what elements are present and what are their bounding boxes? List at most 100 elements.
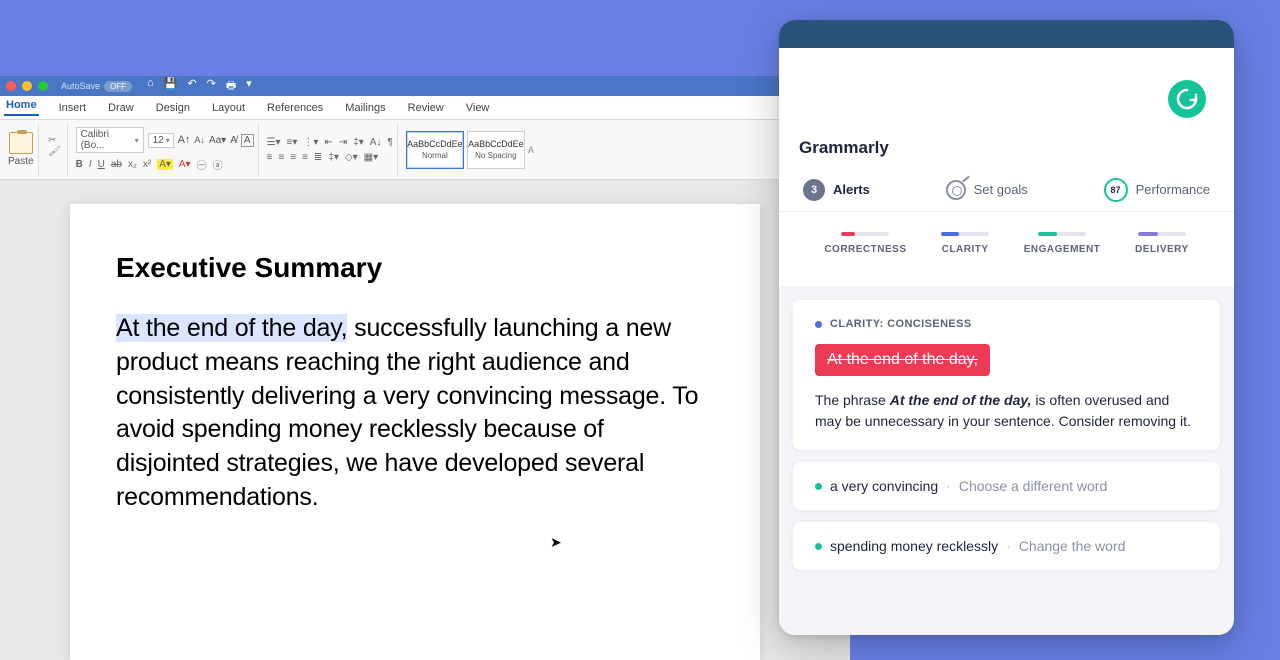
cat-clarity[interactable]: CLARITY bbox=[941, 232, 989, 255]
borders-button[interactable]: ▦▾ bbox=[364, 152, 378, 163]
more-icon[interactable]: ▾ bbox=[246, 77, 252, 96]
nav-performance[interactable]: 87 Performance bbox=[1104, 178, 1210, 202]
tab-references[interactable]: References bbox=[265, 102, 325, 114]
home-icon[interactable]: ⌂ bbox=[147, 77, 154, 96]
align-right-button[interactable]: ≡ bbox=[290, 152, 296, 163]
minimize-icon[interactable] bbox=[22, 81, 32, 91]
maximize-icon[interactable] bbox=[38, 81, 48, 91]
remove-phrase-button[interactable]: At the end of the day, bbox=[815, 344, 990, 376]
nav-alerts[interactable]: 3 Alerts bbox=[803, 179, 870, 201]
tab-layout[interactable]: Layout bbox=[210, 102, 247, 114]
mini-phrase: spending money recklessly bbox=[830, 538, 998, 554]
bullets-button[interactable]: ☰▾ bbox=[267, 137, 281, 148]
print-icon[interactable]: 🖶 bbox=[226, 77, 236, 96]
justify-button[interactable]: ≡ bbox=[302, 152, 308, 163]
numbering-button[interactable]: ≡▾ bbox=[287, 137, 298, 148]
styles-gallery: AaBbCcDdEe Normal AaBbCcDdEe No Spacing … bbox=[406, 131, 534, 169]
font-family-select[interactable]: Calibri (Bo...▾ bbox=[76, 127, 144, 153]
line-spacing-button[interactable]: ‡▾ bbox=[328, 152, 339, 163]
increase-indent-button[interactable]: ⇥ bbox=[339, 137, 347, 148]
tab-design[interactable]: Design bbox=[154, 102, 192, 114]
increase-font-icon[interactable]: A↑ bbox=[178, 134, 191, 146]
superscript-button[interactable]: x² bbox=[143, 159, 151, 170]
suggestion-card-collapsed[interactable]: spending money recklessly · Change the w… bbox=[793, 522, 1220, 570]
correctness-bar bbox=[841, 232, 854, 236]
tab-view[interactable]: View bbox=[464, 102, 492, 114]
style-no-spacing[interactable]: AaBbCcDdEe No Spacing bbox=[467, 131, 525, 169]
close-icon[interactable] bbox=[6, 81, 16, 91]
engagement-dot-icon bbox=[815, 483, 822, 490]
panel-header-bar bbox=[779, 20, 1234, 48]
font-color-button[interactable]: A▾ bbox=[179, 159, 191, 170]
enclose-char-button[interactable]: ⓐ bbox=[213, 157, 223, 172]
change-case-icon[interactable]: Aa▾ bbox=[209, 135, 226, 146]
strike-button[interactable]: ab bbox=[111, 159, 122, 170]
redo-icon[interactable]: ↷ bbox=[207, 77, 216, 96]
suggestion-card-expanded[interactable]: CLARITY: CONCISENESS At the end of the d… bbox=[793, 300, 1220, 450]
multilevel-button[interactable]: ⋮▾ bbox=[303, 137, 318, 148]
subscript-button[interactable]: x₂ bbox=[128, 159, 137, 170]
ribbon-tabs: Home Insert Draw Design Layout Reference… bbox=[0, 96, 850, 120]
grammarly-logo-icon[interactable] bbox=[1168, 80, 1206, 118]
mini-hint: Change the word bbox=[1019, 538, 1126, 554]
card-explanation: The phrase At the end of the day, is oft… bbox=[815, 390, 1198, 432]
mini-hint: Choose a different word bbox=[959, 478, 1107, 494]
suggestion-card-collapsed[interactable]: a very convincing · Choose a different w… bbox=[793, 462, 1220, 510]
styles-more-icon[interactable]: A bbox=[528, 145, 534, 155]
font-size-select[interactable]: 12▾ bbox=[148, 133, 174, 148]
style-normal[interactable]: AaBbCcDdEe Normal bbox=[406, 131, 464, 169]
tab-insert[interactable]: Insert bbox=[57, 102, 89, 114]
decrease-font-icon[interactable]: A↓ bbox=[194, 135, 205, 145]
asian-layout-button[interactable]: ‡▾ bbox=[353, 137, 364, 148]
highlight-button[interactable]: A▾ bbox=[157, 159, 173, 170]
titlebar: AutoSave OFF ⌂ 💾 ↶ ↷ 🖶 ▾ bbox=[0, 76, 850, 96]
doc-heading: Executive Summary bbox=[116, 252, 714, 284]
save-icon[interactable]: 💾 bbox=[164, 77, 178, 96]
doc-paragraph: At the end of the day, successfully laun… bbox=[116, 312, 714, 515]
cat-correctness[interactable]: CORRECTNESS bbox=[824, 232, 906, 255]
tab-review[interactable]: Review bbox=[406, 102, 446, 114]
tab-home[interactable]: Home bbox=[4, 99, 39, 116]
clarity-bar bbox=[941, 232, 959, 236]
card-tag: CLARITY: CONCISENESS bbox=[815, 318, 1198, 330]
mouse-cursor-icon: ➤ bbox=[550, 534, 562, 551]
format-painter-button[interactable]: ✂🖌 bbox=[47, 135, 63, 165]
ribbon: Paste ✂🖌 Calibri (Bo...▾ 12▾ A↑ A↓ Aa▾ A… bbox=[0, 120, 850, 180]
engagement-bar bbox=[1038, 232, 1057, 236]
nav-goals[interactable]: Set goals bbox=[946, 180, 1028, 200]
tab-draw[interactable]: Draw bbox=[106, 102, 136, 114]
shading-button[interactable]: ◇▾ bbox=[345, 152, 358, 163]
suggestions-list: CLARITY: CONCISENESS At the end of the d… bbox=[779, 286, 1234, 635]
performance-score: 87 bbox=[1104, 178, 1128, 202]
target-icon bbox=[946, 180, 966, 200]
phonetic-icon[interactable]: A bbox=[241, 134, 254, 147]
alerts-count-badge: 3 bbox=[803, 179, 825, 201]
panel-nav: 3 Alerts Set goals 87 Performance bbox=[779, 168, 1234, 212]
performance-label: Performance bbox=[1136, 182, 1210, 197]
italic-button[interactable]: I bbox=[89, 159, 92, 170]
undo-icon[interactable]: ↶ bbox=[187, 77, 196, 96]
char-shading-button[interactable]: ㊀ bbox=[197, 157, 207, 172]
show-marks-button[interactable]: ¶ bbox=[387, 137, 392, 148]
goals-label: Set goals bbox=[974, 182, 1028, 197]
clear-formatting-icon[interactable]: A̸ bbox=[230, 135, 237, 146]
paragraph-body: successfully launching a new product mea… bbox=[116, 314, 698, 511]
tab-mailings[interactable]: Mailings bbox=[343, 102, 387, 114]
category-bars: CORRECTNESS CLARITY ENGAGEMENT DELIVERY bbox=[779, 222, 1234, 271]
autosave-toggle[interactable]: AutoSave OFF bbox=[61, 81, 132, 92]
document-area: Executive Summary At the end of the day,… bbox=[0, 180, 850, 660]
decrease-indent-button[interactable]: ⇤ bbox=[324, 137, 332, 148]
mini-phrase: a very convincing bbox=[830, 478, 938, 494]
bold-button[interactable]: B bbox=[76, 159, 83, 170]
document-page[interactable]: Executive Summary At the end of the day,… bbox=[70, 204, 760, 660]
align-center-button[interactable]: ≡ bbox=[278, 152, 284, 163]
quick-access: ⌂ 💾 ↶ ↷ 🖶 ▾ bbox=[147, 77, 252, 96]
underline-button[interactable]: U bbox=[98, 159, 105, 170]
window-controls bbox=[6, 81, 48, 91]
cat-engagement[interactable]: ENGAGEMENT bbox=[1024, 232, 1101, 255]
cat-delivery[interactable]: DELIVERY bbox=[1135, 232, 1189, 255]
sort-button[interactable]: A↓ bbox=[370, 137, 382, 148]
distribute-button[interactable]: ≣ bbox=[314, 152, 322, 163]
paste-button[interactable]: Paste bbox=[8, 132, 34, 167]
align-left-button[interactable]: ≡ bbox=[267, 152, 273, 163]
